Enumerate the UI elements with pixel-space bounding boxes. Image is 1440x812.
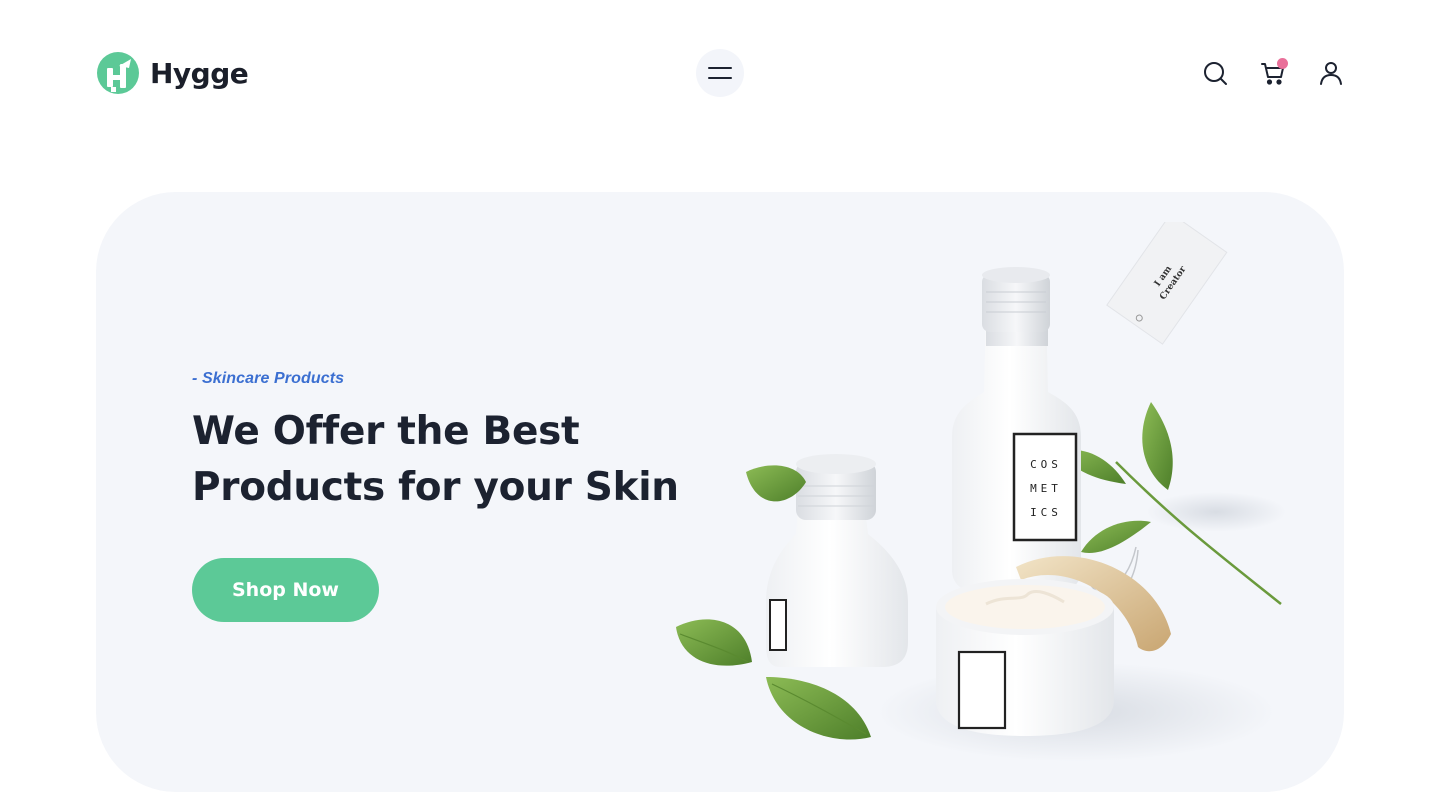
site-header: Hygge xyxy=(0,0,1440,150)
hamburger-menu-icon xyxy=(708,67,732,79)
header-actions xyxy=(1202,58,1344,88)
hero-product-image: I am Creator COS MET ICS xyxy=(656,222,1316,782)
hero-subtitle: - Skincare Products xyxy=(192,370,345,387)
shop-now-button[interactable]: Shop Now xyxy=(192,558,379,622)
search-button[interactable] xyxy=(1202,60,1228,86)
user-icon xyxy=(1320,62,1342,85)
search-icon xyxy=(1204,62,1227,85)
hero-title-line-2: Products for your Skin xyxy=(192,465,679,510)
bottle-label-line-1: COS xyxy=(1030,458,1062,471)
hero-banner: - Skincare Products We Offer the Best Pr… xyxy=(96,192,1344,792)
hero-title: We Offer the Best Products for your Skin xyxy=(192,404,712,516)
cart-badge xyxy=(1277,58,1288,69)
account-button[interactable] xyxy=(1318,60,1344,86)
cosmetics-product-illustration: I am Creator COS MET ICS xyxy=(676,222,1286,762)
hero-title-line-1: We Offer the Best xyxy=(192,409,580,454)
menu-button[interactable] xyxy=(696,49,744,97)
brand-name: Hygge xyxy=(150,56,249,90)
hero-copy: - Skincare Products We Offer the Best Pr… xyxy=(192,370,712,622)
hygge-logo-icon xyxy=(97,52,139,94)
bottle-label-line-2: MET xyxy=(1030,482,1062,495)
brand-logo[interactable]: Hygge xyxy=(96,51,249,95)
cart-button[interactable] xyxy=(1260,58,1288,86)
bottle-label-line-3: ICS xyxy=(1030,506,1062,519)
tall-bottle: COS MET ICS xyxy=(952,267,1081,592)
